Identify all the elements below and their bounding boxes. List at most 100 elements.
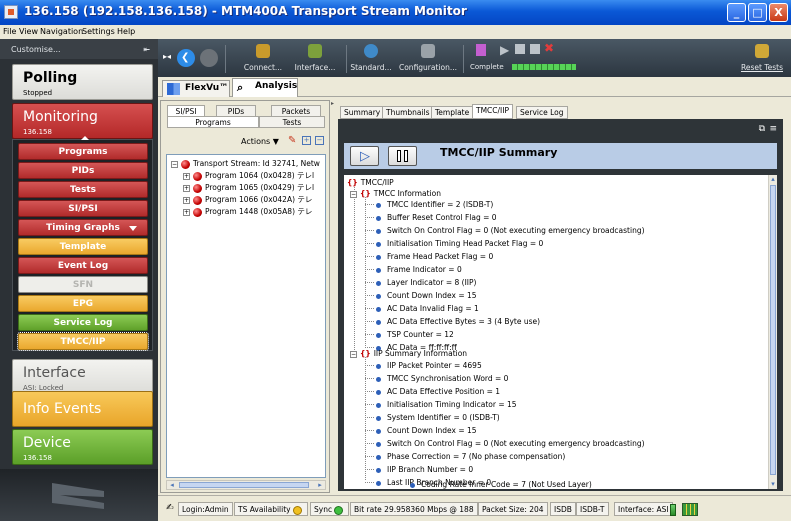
bullet-icon [376, 480, 381, 486]
nav-template[interactable]: Template [18, 238, 148, 255]
customise-label[interactable]: Customise... [11, 45, 61, 54]
save-icon[interactable] [530, 44, 540, 54]
object-icon: {} [347, 178, 358, 187]
device-button[interactable]: Device 136.158 [12, 429, 153, 465]
collapse-icon[interactable]: − [350, 350, 357, 358]
tab-tmcc-iip[interactable]: TMCC/IIP [472, 104, 513, 119]
scroll-left-icon[interactable]: ◂ [167, 481, 177, 489]
detail-row: Frame Head Packet Flag = 0 [365, 251, 493, 262]
tab-analysis[interactable]: ⌕ Analysis [232, 78, 298, 97]
collapse-up-icon[interactable] [81, 136, 89, 140]
tab-programs[interactable]: Programs [167, 116, 259, 128]
polling-title: Polling [23, 70, 78, 86]
interface-toolbar-button[interactable]: Interface... [286, 39, 344, 77]
expand-icon[interactable]: + [183, 172, 190, 180]
minimize-button[interactable]: _ [727, 3, 746, 22]
window-restore-icon[interactable]: ⧉ [759, 124, 765, 134]
window-title: 136.158 (192.158.136.158) - MTM400A Tran… [24, 4, 467, 18]
tab-service-log[interactable]: Service Log [516, 106, 568, 119]
menu-help[interactable]: Help [117, 27, 135, 36]
tab-template[interactable]: Template [431, 106, 474, 119]
detail-row-text: AC Data Effective Bytes = 3 (4 Byte use) [387, 317, 541, 326]
menu-file[interactable]: File [3, 27, 16, 36]
tab-flexvu[interactable]: FlexVu™ [162, 80, 230, 97]
menu-settings[interactable]: Settings [82, 27, 115, 36]
magnifier-icon: ⌕ [237, 81, 244, 94]
tree-connector [365, 417, 375, 418]
info-events-button[interactable]: Info Events [12, 391, 153, 427]
pause-button[interactable] [388, 146, 417, 166]
nav-event-log[interactable]: Event Log [18, 257, 148, 274]
expand-icon[interactable]: + [183, 196, 190, 204]
expand-icon[interactable]: + [183, 208, 190, 216]
nav-tests[interactable]: Tests [18, 181, 148, 198]
tree-program[interactable]: + Program 1066 (0x042A) テレ [183, 194, 312, 205]
back-button[interactable]: ❮ [176, 39, 196, 77]
bullet-icon [376, 415, 381, 421]
monitoring-title: Monitoring [23, 109, 98, 125]
nav-pids[interactable]: PIDs [18, 162, 148, 179]
menu-icon[interactable]: ≡ [769, 124, 777, 134]
scroll-thumb[interactable] [770, 185, 776, 475]
tab-tests[interactable]: Tests [259, 116, 325, 128]
window-title-bar[interactable]: 136.158 (192.158.136.158) - MTM400A Tran… [0, 0, 791, 25]
actions-menu[interactable]: Actions ▼ [241, 137, 279, 146]
reset-tests-button[interactable]: Reset Tests [736, 39, 788, 77]
tree-root-tmcc-iip[interactable]: {} TMCC/IIP [347, 177, 394, 188]
bullet-icon [376, 306, 381, 312]
nav-programs[interactable]: Programs [18, 143, 148, 160]
tree-connector [365, 334, 375, 335]
nav-tmcc-iip[interactable]: TMCC/IIP [17, 332, 149, 351]
delete-icon[interactable]: ✖ [544, 41, 554, 55]
play-icon[interactable]: ▶ [500, 43, 509, 57]
tree-program[interactable]: + Program 1064 (0x0428) テレl [183, 170, 314, 181]
configuration-button[interactable]: Configuration... [396, 39, 460, 77]
tmcc-detail-tree: {} TMCC/IIP −{} TMCC Information TMCC Iden… [344, 175, 777, 489]
collapse-panel-icon[interactable]: ⇤ [143, 45, 150, 54]
horizontal-scrollbar[interactable]: ◂ ▸ [166, 480, 326, 490]
close-button[interactable]: X [769, 3, 788, 22]
tools-icon[interactable]: ✎ [288, 135, 296, 146]
menu-bar: File View Navigation Settings Help [0, 25, 791, 39]
nav-epg[interactable]: EPG [18, 295, 148, 312]
maximize-button[interactable]: □ [748, 3, 767, 22]
iip-info-node[interactable]: −{} IIP Summary Information [350, 348, 467, 359]
standard-button[interactable]: Standard... [346, 39, 396, 77]
panel-splitter[interactable]: ▸ [331, 100, 335, 493]
nav-timing-graphs[interactable]: Timing Graphs [18, 219, 148, 236]
detail-row: Count Down Index = 15 [365, 290, 477, 301]
detail-row: AC Data Effective Position = 1 [365, 386, 500, 397]
collapse-icon[interactable]: − [171, 160, 178, 168]
scroll-down-icon[interactable]: ▾ [769, 480, 777, 489]
tree-root[interactable]: − Transport Stream: Id 32741, Netw [171, 158, 320, 169]
nav-si-psi[interactable]: SI/PSI [18, 200, 148, 217]
monitoring-button[interactable]: Monitoring 136.158 [12, 103, 153, 139]
scroll-thumb[interactable] [179, 482, 309, 488]
collapse-all-icon[interactable]: − [315, 136, 324, 145]
expand-all-icon[interactable]: + [302, 136, 311, 145]
tree-program[interactable]: + Program 1448 (0x05A8) テレ [183, 206, 312, 217]
scroll-right-icon[interactable]: ▸ [315, 481, 325, 489]
tab-summary[interactable]: Summary [340, 106, 385, 119]
tree-connector [365, 469, 375, 470]
left-navigation-panel: Customise... ⇤ Polling Stopped Monitorin… [0, 39, 158, 521]
tree-program[interactable]: + Program 1065 (0x0429) テレl [183, 182, 314, 193]
grid-layout-icon[interactable] [682, 503, 698, 516]
scroll-up-icon[interactable]: ▴ [769, 175, 777, 184]
nav-service-log[interactable]: Service Log [18, 314, 148, 331]
forward-button[interactable] [198, 39, 220, 77]
collapse-icon[interactable]: − [350, 190, 357, 198]
menu-view[interactable]: View [19, 27, 38, 36]
toolbar-collapse-icon[interactable]: ▸◂ [160, 39, 174, 77]
stop-icon[interactable] [515, 44, 525, 54]
menu-navigation[interactable]: Navigation [40, 27, 83, 36]
tmcc-info-node[interactable]: −{} TMCC Information [350, 188, 441, 199]
customise-bar[interactable]: Customise... ⇤ [0, 39, 158, 59]
tab-thumbnails[interactable]: Thumbnails [382, 106, 434, 119]
vertical-scrollbar[interactable]: ▴ ▾ [768, 175, 777, 489]
nav-sfn[interactable]: SFN [18, 276, 148, 293]
interface-button[interactable]: Interface ASI: Locked [12, 359, 153, 395]
expand-icon[interactable]: + [183, 184, 190, 192]
play-button[interactable]: ▷ [350, 146, 379, 166]
polling-button[interactable]: Polling Stopped [12, 64, 153, 100]
